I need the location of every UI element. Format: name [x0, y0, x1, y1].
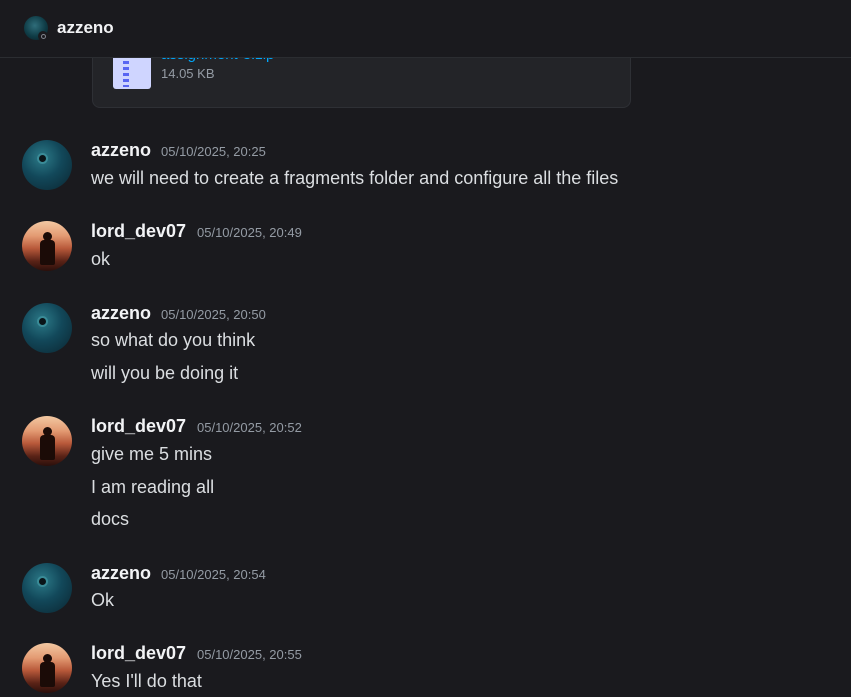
message-text: will you be doing it — [91, 363, 239, 383]
avatar[interactable] — [22, 643, 72, 693]
message-text: Yes I'll do that — [91, 671, 202, 691]
message-author[interactable]: azzeno — [91, 140, 151, 161]
zip-file-icon — [113, 53, 151, 89]
message-text: docs — [91, 509, 130, 529]
avatar[interactable] — [22, 563, 72, 613]
message-author[interactable]: azzeno — [91, 303, 151, 324]
message-text: Ok — [91, 590, 115, 610]
message-text: ok — [91, 249, 111, 269]
message-timestamp: 05/10/2025, 20:50 — [161, 307, 266, 322]
message-author[interactable]: lord_dev07 — [91, 416, 186, 437]
message-timestamp: 05/10/2025, 20:25 — [161, 144, 266, 159]
chat-header: azzeno — [0, 0, 851, 58]
message-timestamp: 05/10/2025, 20:52 — [197, 420, 302, 435]
message-timestamp: 05/10/2025, 20:49 — [197, 225, 302, 240]
message-timestamp: 05/10/2025, 20:54 — [161, 567, 266, 582]
message-timestamp: 05/10/2025, 20:55 — [197, 647, 302, 662]
channel-title[interactable]: azzeno — [57, 18, 114, 38]
message-text: we will need to create a fragments folde… — [91, 168, 619, 188]
status-offline-icon — [38, 31, 48, 41]
message-author[interactable]: lord_dev07 — [91, 643, 186, 664]
message-author[interactable]: azzeno — [91, 563, 151, 584]
message-text: give me 5 mins — [91, 444, 213, 464]
avatar[interactable] — [22, 221, 72, 271]
message-author[interactable]: lord_dev07 — [91, 221, 186, 242]
avatar[interactable] — [22, 140, 72, 190]
avatar[interactable] — [22, 416, 72, 466]
attachment-file-size: 14.05 KB — [161, 66, 215, 81]
avatar[interactable] — [22, 303, 72, 353]
message-text: so what do you think — [91, 330, 256, 350]
message-text: I am reading all — [91, 477, 215, 497]
